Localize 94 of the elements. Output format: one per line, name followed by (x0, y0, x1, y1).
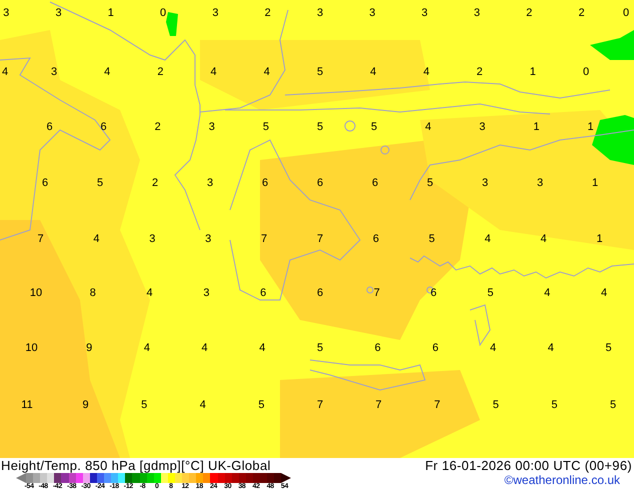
value-label: 7 (434, 399, 440, 411)
value-label: 5 (487, 287, 494, 299)
value-label: 6 (374, 342, 381, 354)
value-label: 3 (3, 7, 10, 19)
value-label: 2 (154, 121, 161, 133)
value-label: 5 (316, 121, 324, 133)
value-label: 5 (316, 342, 324, 354)
value-label: 4 (423, 66, 430, 78)
value-label: 4 (370, 66, 376, 78)
value-label: 1 (108, 7, 114, 19)
value-label: 11 (21, 399, 33, 411)
value-label: 3 (212, 7, 218, 19)
value-label: 6 (316, 287, 324, 299)
value-label: 3 (316, 7, 324, 19)
value-label: 0 (582, 66, 590, 78)
value-label: 4 (104, 66, 110, 78)
value-label: 7 (376, 399, 382, 411)
value-label: 4 (540, 233, 547, 245)
value-label: 9 (82, 399, 89, 411)
value-label: 5 (371, 121, 378, 133)
value-label: 1 (596, 233, 603, 245)
value-label: 0 (160, 7, 166, 19)
value-label: 4 (484, 233, 491, 245)
value-label: 2 (526, 7, 532, 19)
value-label: 3 (474, 7, 480, 19)
value-label: 10 (30, 287, 42, 299)
value-label: 5 (610, 399, 616, 411)
value-label: 4 (144, 342, 150, 354)
value-label: 6 (42, 177, 48, 189)
value-label: 3 (536, 177, 544, 189)
value-label: 4 (93, 233, 100, 245)
value-label: 1 (530, 66, 536, 78)
value-label: 5 (428, 233, 435, 245)
map-title: Height/Temp. 850 hPa [gdmp][°C] UK-Global (1, 458, 271, 473)
value-label: 2 (264, 7, 271, 19)
value-label: 4 (425, 121, 432, 133)
value-label: 4 (210, 66, 217, 78)
value-label: 4 (202, 342, 208, 354)
value-label: 4 (600, 287, 608, 299)
value-label: 6 (316, 177, 324, 189)
value-label: 3 (205, 233, 212, 245)
value-label: 4 (264, 66, 270, 78)
value-label: 5 (605, 342, 612, 354)
value-label: 7 (37, 233, 44, 245)
value-label: 6 (372, 177, 378, 189)
value-label: 1 (587, 121, 594, 133)
value-label: 2 (578, 7, 585, 19)
value-label: 4 (548, 342, 554, 354)
value-label: 3 (206, 177, 214, 189)
value-label: 7 (374, 287, 380, 299)
value-label: 5 (492, 399, 499, 411)
value-label: 5 (426, 177, 434, 189)
value-label: 6 (432, 342, 438, 354)
value-label: 6 (100, 121, 107, 133)
value-label: 4 (2, 66, 8, 78)
value-label: 4 (146, 287, 153, 299)
value-label: 0 (622, 7, 630, 19)
value-label: 6 (260, 287, 266, 299)
credit-link[interactable]: ©weatheronline.co.uk (504, 473, 620, 487)
value-label: 2 (476, 66, 483, 78)
value-label: 7 (316, 233, 324, 245)
value-label: 5 (96, 177, 104, 189)
value-label: 5 (141, 399, 148, 411)
value-label: 7 (316, 399, 324, 411)
value-label: 6 (262, 177, 268, 189)
value-label: 5 (551, 399, 558, 411)
value-label: 3 (482, 177, 488, 189)
value-label: 3 (369, 7, 376, 19)
value-label: 5 (316, 66, 324, 78)
value-label: 2 (152, 177, 158, 189)
value-label: 3 (203, 287, 210, 299)
value-label: 6 (46, 121, 53, 133)
value-label: 3 (149, 233, 156, 245)
value-label: 4 (200, 399, 206, 411)
forecast-time: Fr 16-01-2026 00:00 UTC (00+96) (425, 458, 632, 473)
value-label: 7 (261, 233, 268, 245)
value-label: 1 (533, 121, 540, 133)
value-label: 1 (592, 177, 598, 189)
value-label: 8 (90, 287, 96, 299)
value-label: 2 (157, 66, 164, 78)
value-label: 3 (422, 7, 428, 19)
value-label: 5 (258, 399, 264, 411)
value-label: 4 (490, 342, 496, 354)
value-label: 4 (259, 342, 266, 354)
value-label: 3 (50, 66, 58, 78)
value-label: 3 (479, 121, 486, 133)
value-label: 3 (55, 7, 62, 19)
value-label: 6 (430, 287, 437, 299)
value-label: 4 (544, 287, 550, 299)
value-label: 10 (25, 342, 38, 354)
value-label: 5 (262, 121, 269, 133)
value-label: 6 (372, 233, 379, 245)
value-label: 9 (86, 342, 92, 354)
value-label: 3 (208, 121, 215, 133)
